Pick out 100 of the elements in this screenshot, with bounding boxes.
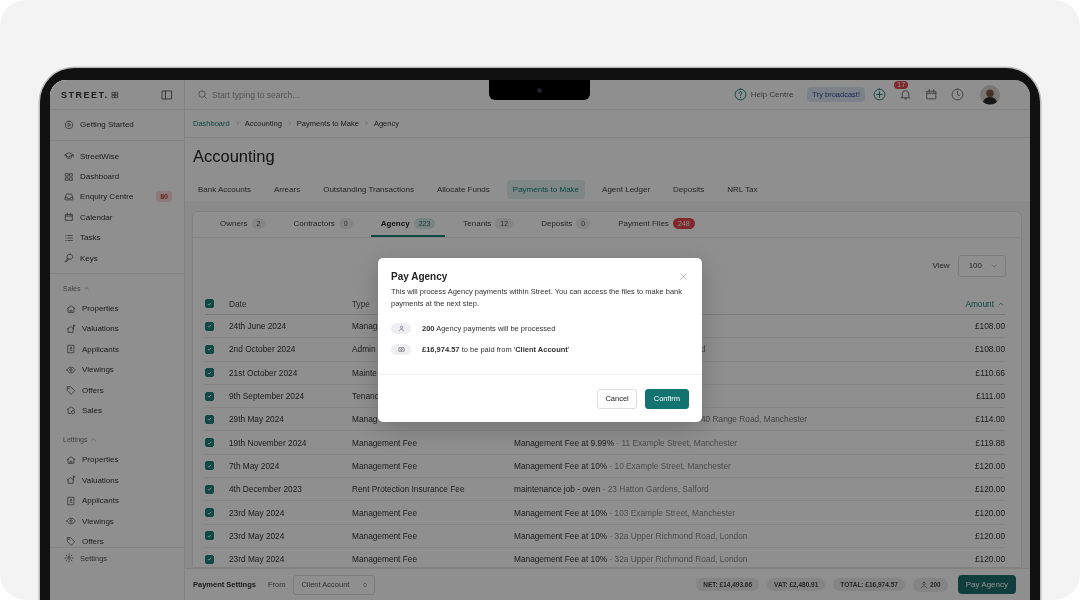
dialog-title: Pay Agency	[391, 271, 448, 282]
sidebar-item[interactable]: Keys	[50, 247, 184, 269]
table-cell: £120.00	[975, 530, 1005, 541]
person-icon	[919, 580, 928, 589]
checkbox[interactable]	[205, 368, 214, 378]
table-cell: 7th May 2024	[229, 460, 280, 471]
house-icon	[66, 303, 76, 314]
table-cell: £110.66	[975, 367, 1005, 378]
eye-icon	[66, 364, 76, 375]
sidebar-item[interactable]: Viewings	[50, 510, 184, 532]
sidebar-item[interactable]: Sales	[50, 400, 184, 421]
checkbox[interactable]	[205, 414, 214, 424]
tag-icon	[66, 385, 76, 396]
table-cell: Manag	[352, 321, 378, 332]
checkbox[interactable]	[205, 299, 214, 308]
page-title: Accounting	[192, 145, 276, 167]
checkbox[interactable]	[205, 438, 214, 448]
id-card-icon	[66, 344, 76, 355]
help-icon	[733, 88, 747, 101]
person-icon	[391, 323, 411, 334]
help-link[interactable]: Help Centre	[733, 88, 794, 101]
sidebar-item[interactable]: Applicants	[50, 490, 184, 511]
sidebar-item[interactable]: Getting Started	[50, 114, 184, 136]
checkbox[interactable]	[205, 391, 214, 401]
tab[interactable]: Bank Accounts	[192, 179, 257, 199]
key-icon	[64, 253, 74, 264]
logo: STREET.	[61, 89, 109, 100]
play-icon	[64, 120, 74, 130]
tab[interactable]: Payments to Make	[506, 179, 586, 199]
table-cell: 19th November 2024	[229, 437, 307, 448]
id-card-icon	[66, 495, 76, 506]
tab[interactable]: Deposits	[667, 179, 711, 199]
table-cell: £114.00	[975, 414, 1005, 425]
tab[interactable]: NRL Tax	[721, 179, 764, 199]
sidebar-item[interactable]: Dashboard	[50, 166, 184, 187]
table-cell: £120.00	[975, 507, 1005, 518]
bell-icon[interactable]	[899, 88, 912, 101]
column-header[interactable]: Date	[229, 298, 247, 309]
table-cell: 24th June 2024	[229, 321, 287, 332]
tab[interactable]: Arrears	[267, 179, 307, 199]
table-cell: 2nd October 2024	[229, 344, 296, 355]
graduation-cap-icon	[64, 151, 74, 162]
table-cell: 23rd May 2024	[229, 554, 285, 565]
sidebar-item[interactable]: Properties	[50, 298, 184, 319]
table-cell: 4th December 2023	[229, 484, 302, 495]
calendar-icon[interactable]	[925, 88, 938, 101]
tab[interactable]: Agent Ledger	[596, 179, 657, 199]
chevron-icon	[285, 120, 293, 127]
sidebar-item[interactable]: Offers	[50, 379, 184, 401]
checkbox[interactable]	[205, 321, 214, 331]
sidebar-item[interactable]: Tasks	[50, 227, 184, 248]
cash-icon	[391, 344, 411, 355]
clock-icon[interactable]	[951, 88, 964, 101]
checkbox[interactable]	[205, 508, 214, 517]
tag-icon	[66, 536, 76, 547]
table-cell: Management Fee at 10% · 10 Example Street, Manchester	[514, 460, 731, 471]
page-size-select[interactable]: 100	[957, 254, 1006, 277]
caret-icon	[82, 284, 90, 292]
house-icon	[66, 454, 76, 465]
caret-icon	[89, 436, 97, 444]
table-cell: Management Fee	[352, 507, 418, 518]
table-cell: £111.00	[976, 391, 1005, 402]
table-cell: Management Fee	[352, 460, 418, 471]
sidebar-item[interactable]: Viewings	[50, 359, 184, 380]
tab[interactable]: Outstanding Transactions	[317, 179, 420, 199]
sidebar-toggle-icon[interactable]	[161, 88, 173, 101]
search-icon	[197, 89, 208, 100]
list-icon	[64, 232, 74, 243]
checkbox[interactable]	[205, 484, 214, 494]
checkbox[interactable]	[205, 531, 214, 541]
sidebar-item[interactable]: Properties	[50, 449, 184, 471]
checkbox[interactable]	[205, 554, 214, 564]
sidebar-item[interactable]: Valuations	[50, 470, 184, 491]
house-flag-icon	[66, 323, 76, 334]
table-cell: Manag	[352, 414, 378, 425]
table-cell: £108.00	[975, 321, 1005, 332]
table-cell: £120.00	[975, 460, 1005, 471]
view-label: View	[932, 261, 950, 270]
inbox-icon	[64, 191, 74, 202]
sidebar-item[interactable]: Offers	[50, 531, 184, 547]
table-cell: 9th September 2024	[229, 391, 305, 402]
table-cell: Admin	[352, 344, 376, 355]
column-header[interactable]: Type	[352, 298, 370, 309]
table-cell: £120.00	[975, 484, 1005, 495]
checkbox[interactable]	[205, 461, 214, 471]
close-icon[interactable]	[678, 271, 689, 282]
tab[interactable]: Allocate Funds	[430, 179, 496, 199]
sidebar-item[interactable]: Valuations	[50, 318, 184, 340]
plus-icon[interactable]	[873, 88, 886, 101]
avatar[interactable]	[980, 84, 1000, 105]
house-flag-icon	[66, 475, 76, 486]
column-header[interactable]: Amount	[965, 298, 1005, 309]
table-cell: £120.00	[975, 554, 1005, 565]
sidebar-item[interactable]: Applicants	[50, 339, 184, 360]
pay-agency-button[interactable]: Pay Agency	[957, 575, 1016, 594]
checkbox[interactable]	[205, 344, 214, 354]
table-cell: Management Fee at 10% · 103 Example Street, Manchester	[514, 507, 736, 518]
sidebar-item[interactable]: StreetWise	[50, 146, 184, 167]
table-cell: Rent Protection Insurance Fee	[352, 484, 465, 495]
sidebar-item[interactable]: Calendar	[50, 207, 184, 228]
